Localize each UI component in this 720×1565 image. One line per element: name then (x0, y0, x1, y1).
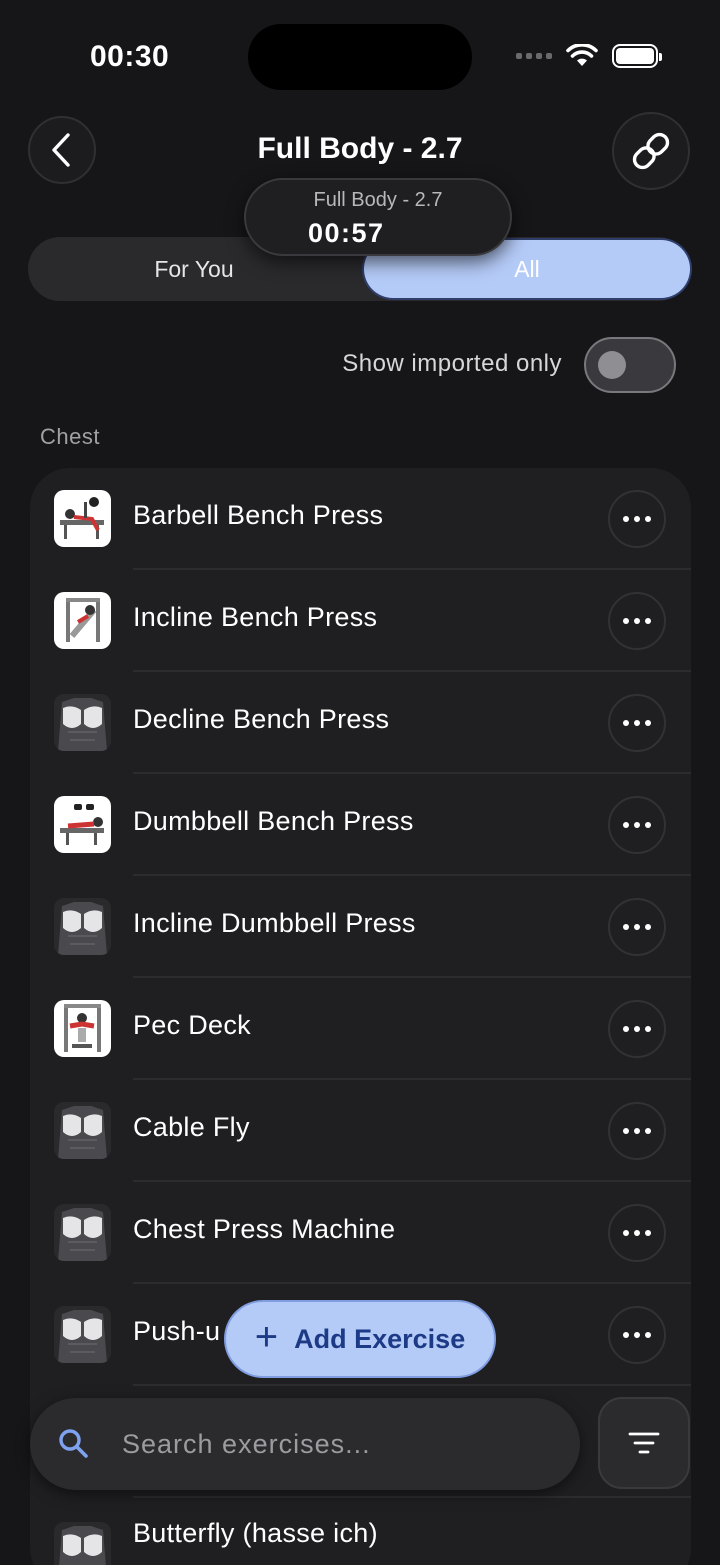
more-options-button[interactable] (608, 1306, 666, 1364)
wifi-icon (566, 44, 598, 66)
plus-icon: + (254, 1315, 279, 1359)
list-item[interactable]: Decline Bench Press (30, 672, 691, 774)
row-divider (133, 1496, 691, 1498)
exercise-name: Pec Deck (133, 1010, 251, 1040)
more-options-button[interactable] (608, 694, 666, 752)
section-title: Chest (40, 424, 100, 449)
chest-muscle-icon (54, 1306, 111, 1363)
chest-muscle-icon (54, 1522, 111, 1565)
search-input[interactable] (122, 1398, 562, 1490)
list-item[interactable]: Butterfly (hasse ich) (30, 1498, 691, 1565)
exercise-name: Incline Dumbbell Press (133, 908, 416, 938)
more-options-button[interactable] (608, 1204, 666, 1262)
list-item[interactable]: Cable Fly (30, 1080, 691, 1182)
list-item[interactable]: Pec Deck (30, 978, 691, 1080)
toggle-knob (598, 351, 626, 379)
exercise-name: Chest Press Machine (133, 1214, 396, 1244)
chest-muscle-icon (54, 1102, 111, 1159)
list-item[interactable]: Incline Dumbbell Press (30, 876, 691, 978)
more-options-button[interactable] (608, 490, 666, 548)
imported-only-toggle[interactable] (584, 337, 676, 393)
add-exercise-button[interactable]: + Add Exercise (224, 1300, 496, 1378)
filter-button[interactable] (598, 1397, 690, 1489)
more-options-button[interactable] (608, 592, 666, 650)
chest-muscle-icon (54, 898, 111, 955)
chest-muscle-icon (54, 1204, 111, 1261)
exercise-name: Cable Fly (133, 1112, 250, 1142)
timer-workout-name: Full Body - 2.7 (313, 189, 443, 211)
search-bar[interactable] (30, 1398, 580, 1490)
more-options-button[interactable] (608, 1000, 666, 1058)
exercise-name: Push-u (133, 1316, 221, 1346)
list-item[interactable]: Incline Bench Press (30, 570, 691, 672)
exercise-thumbnail (54, 1000, 111, 1057)
exercise-name: Dumbbell Bench Press (133, 806, 414, 836)
exercise-thumbnail (54, 796, 111, 853)
timer-elapsed: 00:57 (308, 218, 385, 248)
screen: 00:30 Full Body - 2.7 Full Body - 2.7 00… (0, 0, 720, 1565)
dynamic-island (248, 24, 472, 90)
row-divider (133, 1384, 691, 1386)
exercise-thumbnail (54, 592, 111, 649)
exercise-name: Barbell Bench Press (133, 500, 384, 530)
filter-icon (628, 1432, 660, 1454)
status-icons (516, 44, 662, 68)
cellular-signal-icon (516, 53, 552, 59)
more-options-button[interactable] (608, 796, 666, 854)
search-icon (59, 1429, 88, 1458)
list-item[interactable]: Barbell Bench Press (30, 468, 691, 570)
workout-timer[interactable]: Full Body - 2.7 00:57 (244, 178, 512, 256)
list-item[interactable]: Dumbbell Bench Press (30, 774, 691, 876)
more-options-button[interactable] (608, 1102, 666, 1160)
chest-muscle-icon (54, 694, 111, 751)
battery-icon (612, 44, 662, 68)
exercise-name: Butterfly (hasse ich) (133, 1518, 378, 1548)
list-item[interactable]: Chest Press Machine (30, 1182, 691, 1284)
imported-only-label: Show imported only (342, 350, 562, 377)
add-exercise-label: Add Exercise (294, 1323, 466, 1354)
exercise-thumbnail (54, 490, 111, 547)
exercise-name: Decline Bench Press (133, 704, 390, 734)
link-icon (632, 132, 670, 170)
status-time: 00:30 (90, 40, 170, 73)
more-options-button[interactable] (608, 898, 666, 956)
link-button[interactable] (612, 112, 690, 190)
exercise-name: Incline Bench Press (133, 602, 378, 632)
